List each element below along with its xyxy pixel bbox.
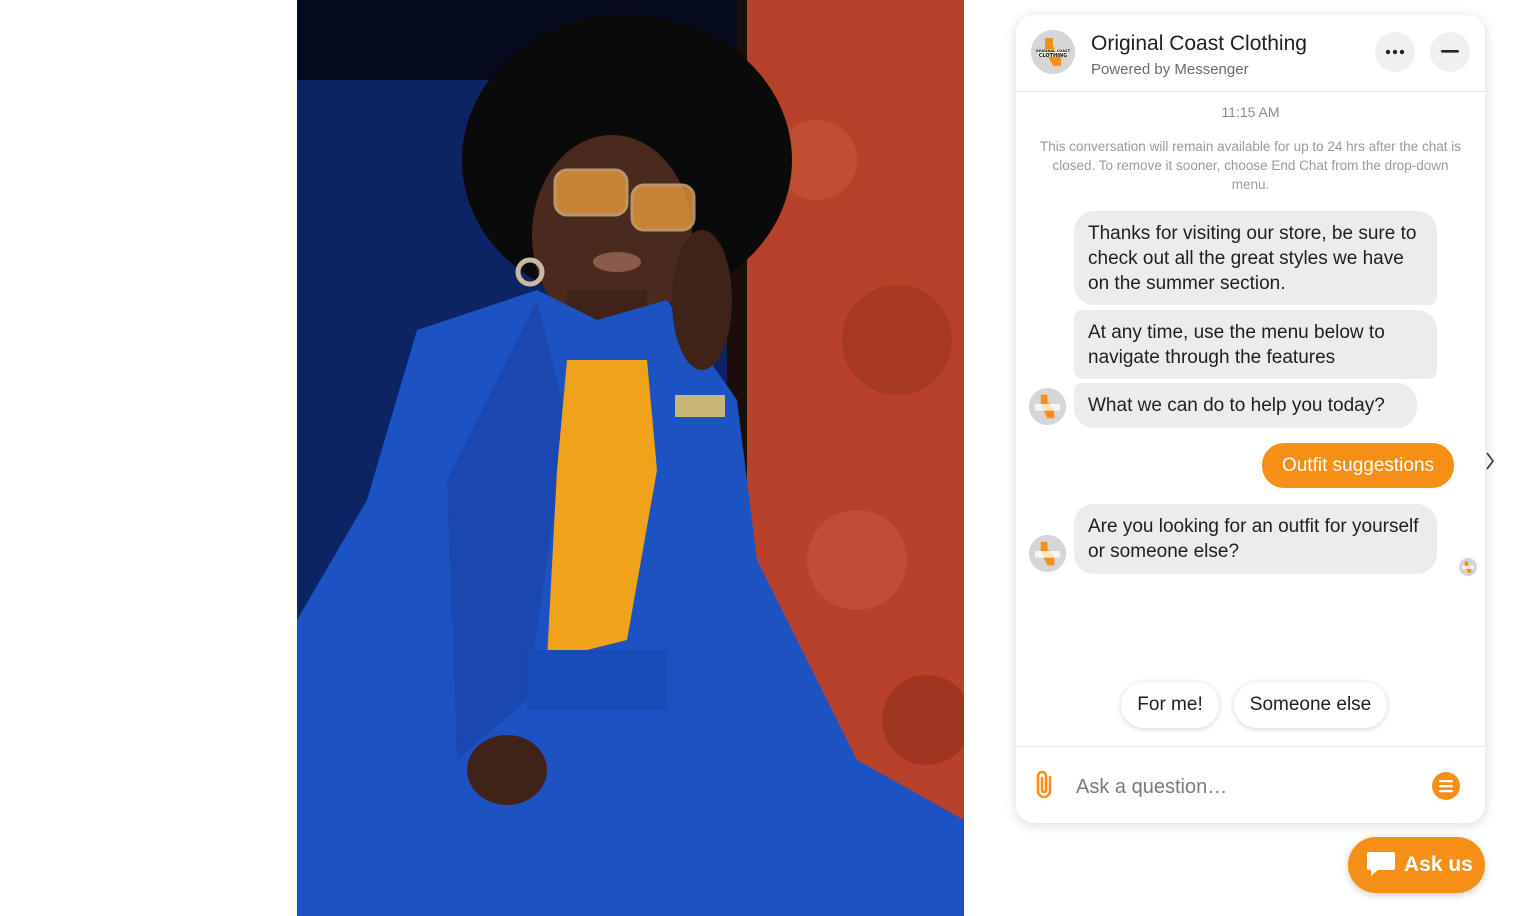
composer [1016,746,1485,823]
read-receipt-avatar [1459,558,1477,576]
paperclip-icon[interactable] [1032,769,1058,806]
bot-message: Are you looking for an outfit for yourse… [1074,504,1437,574]
ask-us-label: Ask us [1404,853,1473,876]
quick-reply-someone-else[interactable]: Someone else [1234,682,1387,728]
minimize-icon [1441,50,1459,53]
menu-icon[interactable] [1431,771,1461,806]
bot-message: What we can do to help you today? [1074,383,1417,428]
brand-logo: ORIGINAL COAST CLOTHING [1031,30,1075,74]
powered-by: Powered by Messenger [1091,61,1249,78]
minimize-button[interactable] [1430,32,1470,72]
more-dots-icon [1385,49,1405,55]
chat-bubble-icon [1366,848,1396,883]
more-options-button[interactable] [1375,32,1415,72]
chevron-right-icon[interactable] [1484,450,1496,472]
message-input[interactable] [1074,771,1418,803]
bot-avatar [1029,535,1066,572]
chat-header: ORIGINAL COAST CLOTHING Original Coast C… [1016,15,1485,92]
brand-name: Original Coast Clothing [1091,32,1307,55]
ask-us-button[interactable]: Ask us [1348,837,1485,893]
bot-avatar [1029,388,1066,425]
chat-widget: ORIGINAL COAST CLOTHING Original Coast C… [1016,15,1485,823]
bot-message: At any time, use the menu below to navig… [1074,310,1437,379]
quick-reply-for-me[interactable]: For me! [1121,682,1219,728]
hero-photo [297,0,964,916]
user-message: Outfit suggestions [1262,443,1454,488]
bot-message: Thanks for visiting our store, be sure t… [1074,211,1437,305]
logo-text-bottom: CLOTHING [1039,53,1068,59]
timestamp: 11:15 AM [1221,104,1280,120]
retention-notice: This conversation will remain available … [1040,139,1461,192]
